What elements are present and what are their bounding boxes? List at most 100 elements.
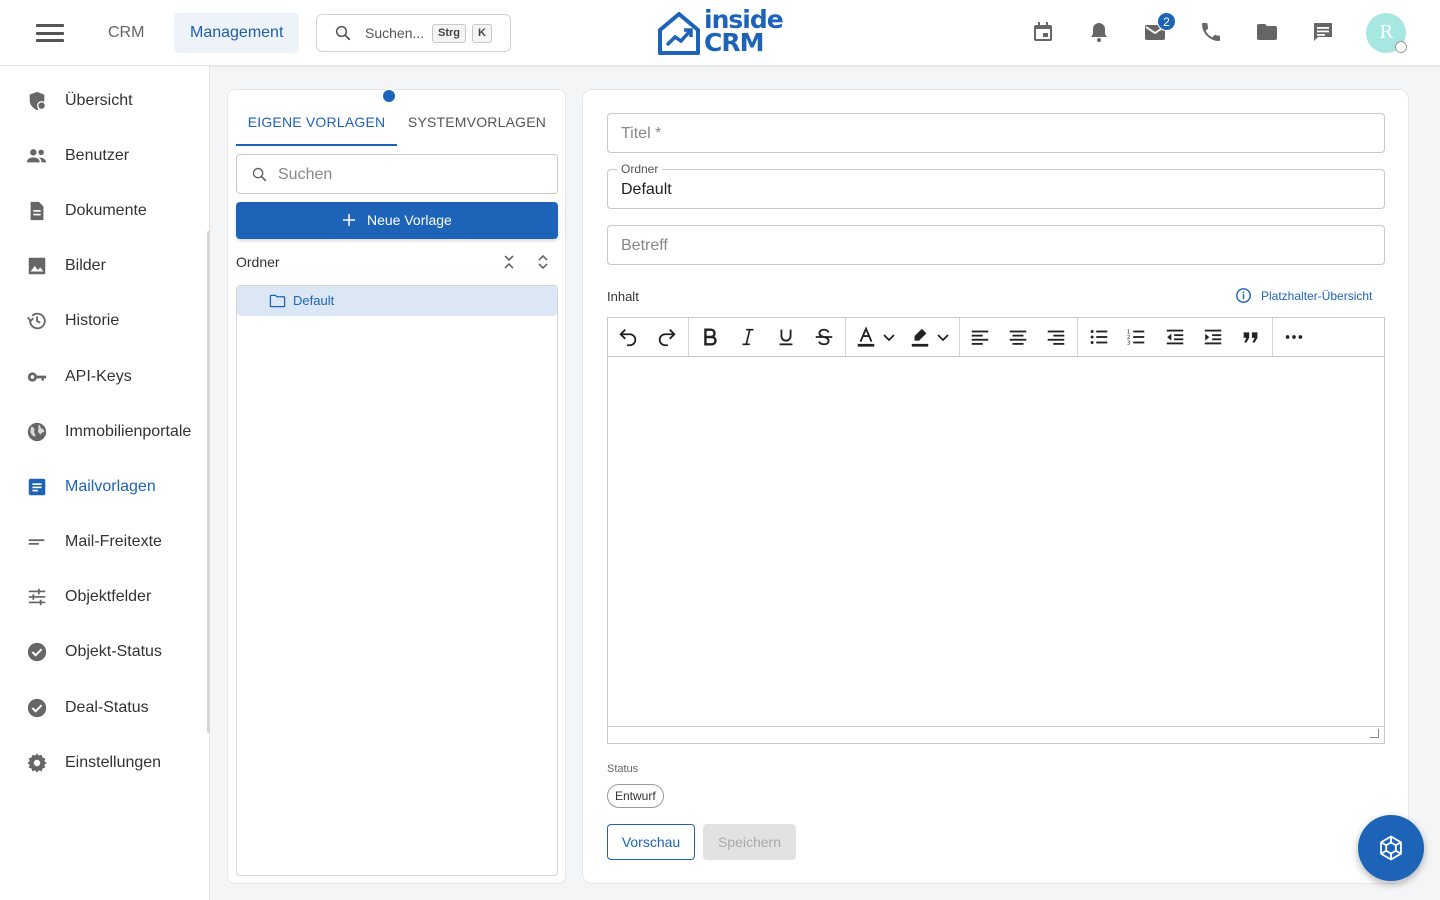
- menu-icon[interactable]: [36, 24, 64, 42]
- folder-select-value: Default: [621, 181, 672, 198]
- content-label: Inhalt: [607, 289, 639, 304]
- sidebar-scrollbar[interactable]: [207, 231, 210, 733]
- chevron-down-icon[interactable]: [935, 326, 951, 348]
- sidebar-item-objekt-status[interactable]: Objekt-Status: [0, 630, 206, 674]
- editor-content-area[interactable]: [608, 357, 1384, 726]
- sidebar-item-immobilienportale[interactable]: Immobilienportale: [0, 410, 206, 454]
- sidebar-item-dokumente[interactable]: Dokumente: [0, 189, 206, 233]
- folder-item-default[interactable]: Default: [237, 286, 557, 316]
- align-center-icon[interactable]: [1007, 326, 1029, 348]
- sidebar-item-deal-status[interactable]: Deal-Status: [0, 686, 206, 730]
- new-template-button[interactable]: Neue Vorlage: [236, 202, 558, 239]
- globe-icon: [27, 422, 47, 442]
- check-circle-icon: [27, 642, 47, 662]
- mail-count-badge: 2: [1157, 12, 1176, 31]
- folder-item-label: Default: [293, 293, 335, 308]
- sidebar-item-mailvorlagen[interactable]: Mailvorlagen: [0, 465, 206, 509]
- ai-assistant-button[interactable]: [1358, 815, 1424, 881]
- sidebar: Übersicht Benutzer Dokumente Bilder Hist…: [0, 66, 210, 900]
- bold-icon[interactable]: [699, 326, 721, 348]
- sidebar-item-label: Immobilienportale: [65, 423, 192, 440]
- sidebar-item-label: Einstellungen: [65, 754, 162, 771]
- templates-panel: EIGENE VORLAGEN SYSTEMVORLAGEN Suchen Ne…: [227, 88, 566, 884]
- template-search-input[interactable]: Suchen: [236, 154, 558, 194]
- undo-icon[interactable]: [617, 326, 639, 348]
- preview-button[interactable]: Vorschau: [607, 824, 695, 860]
- top-bar: CRM Management Suchen... Strg K inside CR…: [0, 0, 1440, 66]
- tab-system-templates[interactable]: SYSTEMVORLAGEN: [397, 100, 557, 146]
- sidebar-item-mail-freitexte[interactable]: Mail-Freitexte: [0, 520, 206, 564]
- subject-field[interactable]: Betreff: [607, 225, 1385, 265]
- sidebar-item-label: Historie: [65, 312, 120, 329]
- chevron-down-icon[interactable]: [881, 326, 897, 348]
- template-search-placeholder: Suchen: [278, 166, 333, 183]
- sidebar-item-objektfelder[interactable]: Objektfelder: [0, 575, 206, 619]
- indent-icon[interactable]: [1202, 326, 1224, 348]
- document-icon: [30, 201, 44, 221]
- plus-icon: [343, 214, 355, 226]
- chat-icon[interactable]: [1311, 20, 1335, 44]
- phone-icon[interactable]: [1199, 20, 1223, 44]
- global-search[interactable]: Suchen... Strg K: [316, 14, 511, 52]
- sidebar-item-bilder[interactable]: Bilder: [0, 244, 206, 288]
- folder-icon[interactable]: [1255, 20, 1279, 44]
- strikethrough-icon[interactable]: [813, 326, 835, 348]
- sidebar-item-historie[interactable]: Historie: [0, 299, 206, 343]
- more-options-icon[interactable]: [1283, 326, 1305, 348]
- toolbar-divider: [845, 318, 846, 356]
- editor-toolbar: 123: [608, 318, 1384, 357]
- shortcut-key-k: K: [472, 24, 492, 43]
- new-template-label: Neue Vorlage: [367, 212, 452, 228]
- nav-tab-crm[interactable]: CRM: [92, 13, 160, 53]
- toolbar-divider: [688, 318, 689, 356]
- highlight-color-icon[interactable]: [909, 326, 931, 348]
- italic-icon[interactable]: [737, 326, 759, 348]
- folder-outline-icon: [269, 294, 286, 308]
- svg-text:3: 3: [1127, 340, 1131, 346]
- status-chip[interactable]: Entwurf: [607, 784, 664, 808]
- presence-status-icon: [1395, 41, 1407, 53]
- sidebar-item-api-keys[interactable]: API-Keys: [0, 355, 206, 399]
- toolbar-divider: [959, 318, 960, 356]
- resize-handle-icon[interactable]: [1370, 729, 1379, 738]
- short-text-icon: [28, 539, 45, 545]
- placeholder-overview-label: Platzhalter-Übersicht: [1261, 289, 1373, 303]
- align-left-icon[interactable]: [969, 326, 991, 348]
- tab-indicator-dot: [381, 88, 397, 104]
- bell-icon[interactable]: [1087, 20, 1111, 44]
- sidebar-item-label: Übersicht: [65, 92, 133, 109]
- folder-select[interactable]: Ordner Default: [607, 162, 1385, 209]
- sidebar-item-benutzer[interactable]: Benutzer: [0, 134, 206, 178]
- text-color-icon[interactable]: [855, 326, 877, 348]
- numbered-list-icon[interactable]: 123: [1125, 326, 1147, 348]
- outdent-icon[interactable]: [1164, 326, 1186, 348]
- align-right-icon[interactable]: [1045, 326, 1067, 348]
- blockquote-icon[interactable]: [1240, 326, 1262, 348]
- subject-placeholder: Betreff: [621, 237, 668, 254]
- gear-icon: [27, 753, 47, 773]
- save-button[interactable]: Speichern: [703, 824, 796, 860]
- folder-header: Ordner: [236, 254, 280, 270]
- collapse-all-icon[interactable]: [500, 252, 518, 272]
- tune-icon: [28, 588, 46, 606]
- expand-all-icon[interactable]: [534, 252, 552, 272]
- tab-own-templates[interactable]: EIGENE VORLAGEN: [236, 100, 397, 146]
- sidebar-item-einstellungen[interactable]: Einstellungen: [0, 741, 206, 785]
- inside-crm-logo[interactable]: inside CRM: [656, 7, 786, 60]
- status-label: Status: [607, 763, 639, 775]
- editor-statusbar: [608, 726, 1384, 743]
- nav-tab-management[interactable]: Management: [174, 13, 300, 53]
- sidebar-item-label: Objektfelder: [65, 588, 152, 605]
- underline-icon[interactable]: [775, 326, 797, 348]
- title-field[interactable]: Titel *: [607, 113, 1385, 153]
- title-placeholder: Titel *: [621, 125, 662, 142]
- bullet-list-icon[interactable]: [1088, 326, 1110, 348]
- redo-icon[interactable]: [656, 326, 678, 348]
- ai-assistant-icon: [1380, 835, 1402, 861]
- key-icon: [27, 372, 47, 382]
- calendar-icon[interactable]: [1031, 20, 1055, 44]
- sidebar-item-label: Mail-Freitexte: [65, 533, 162, 550]
- folder-tree: Default: [236, 285, 558, 876]
- sidebar-item-uebersicht[interactable]: Übersicht: [0, 79, 206, 123]
- search-icon: [252, 167, 267, 182]
